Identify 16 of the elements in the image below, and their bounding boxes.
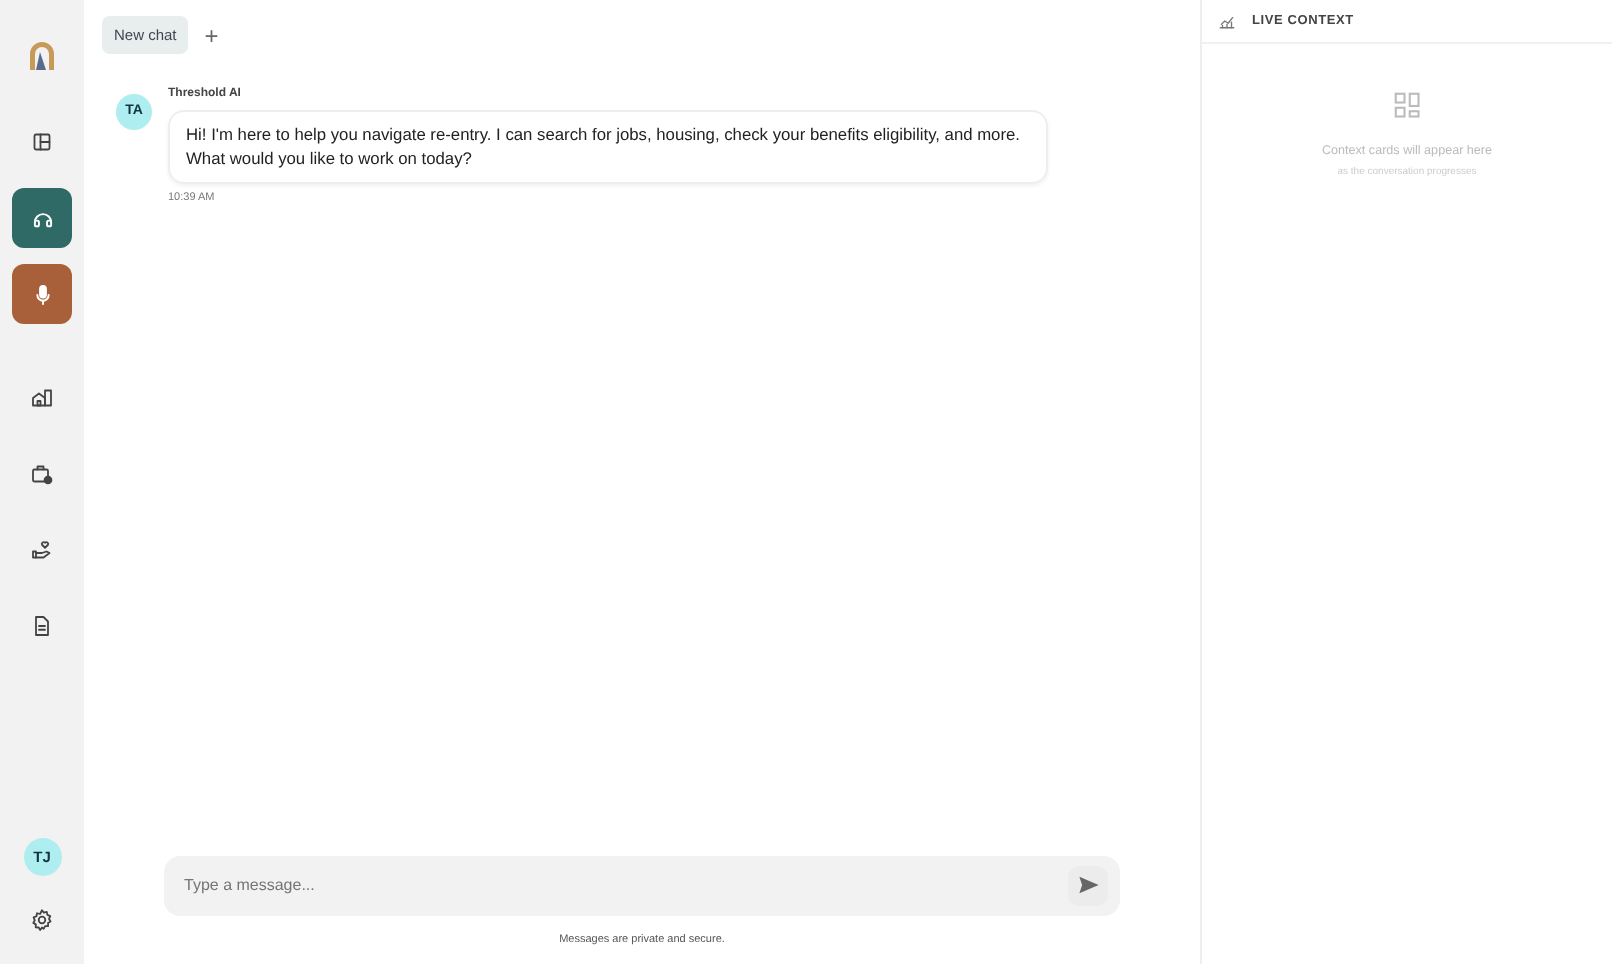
message-input[interactable]: Type a message... <box>180 871 1068 900</box>
panel-icon <box>30 130 54 154</box>
chart-icon <box>1218 12 1236 30</box>
send-icon <box>1077 874 1099 897</box>
new-chat-button[interactable]: + <box>196 17 227 54</box>
buildings-icon <box>30 386 54 410</box>
hand-heart-icon <box>30 538 54 562</box>
nav-button[interactable] <box>12 188 72 248</box>
briefcase-icon <box>30 462 54 486</box>
nav-button[interactable] <box>12 264 72 324</box>
send-button[interactable] <box>1068 865 1108 906</box>
document-icon <box>30 614 54 638</box>
grid-icon <box>1393 92 1421 120</box>
message-bubble: Hi! I'm here to help you navigate re-entry. I can search for jobs, housing, check your benefits eligibility, and more. What would you like to work on today? <box>168 110 1048 184</box>
message-composer[interactable]: Type a message... <box>164 855 1120 916</box>
settings-icon[interactable] <box>30 908 54 932</box>
